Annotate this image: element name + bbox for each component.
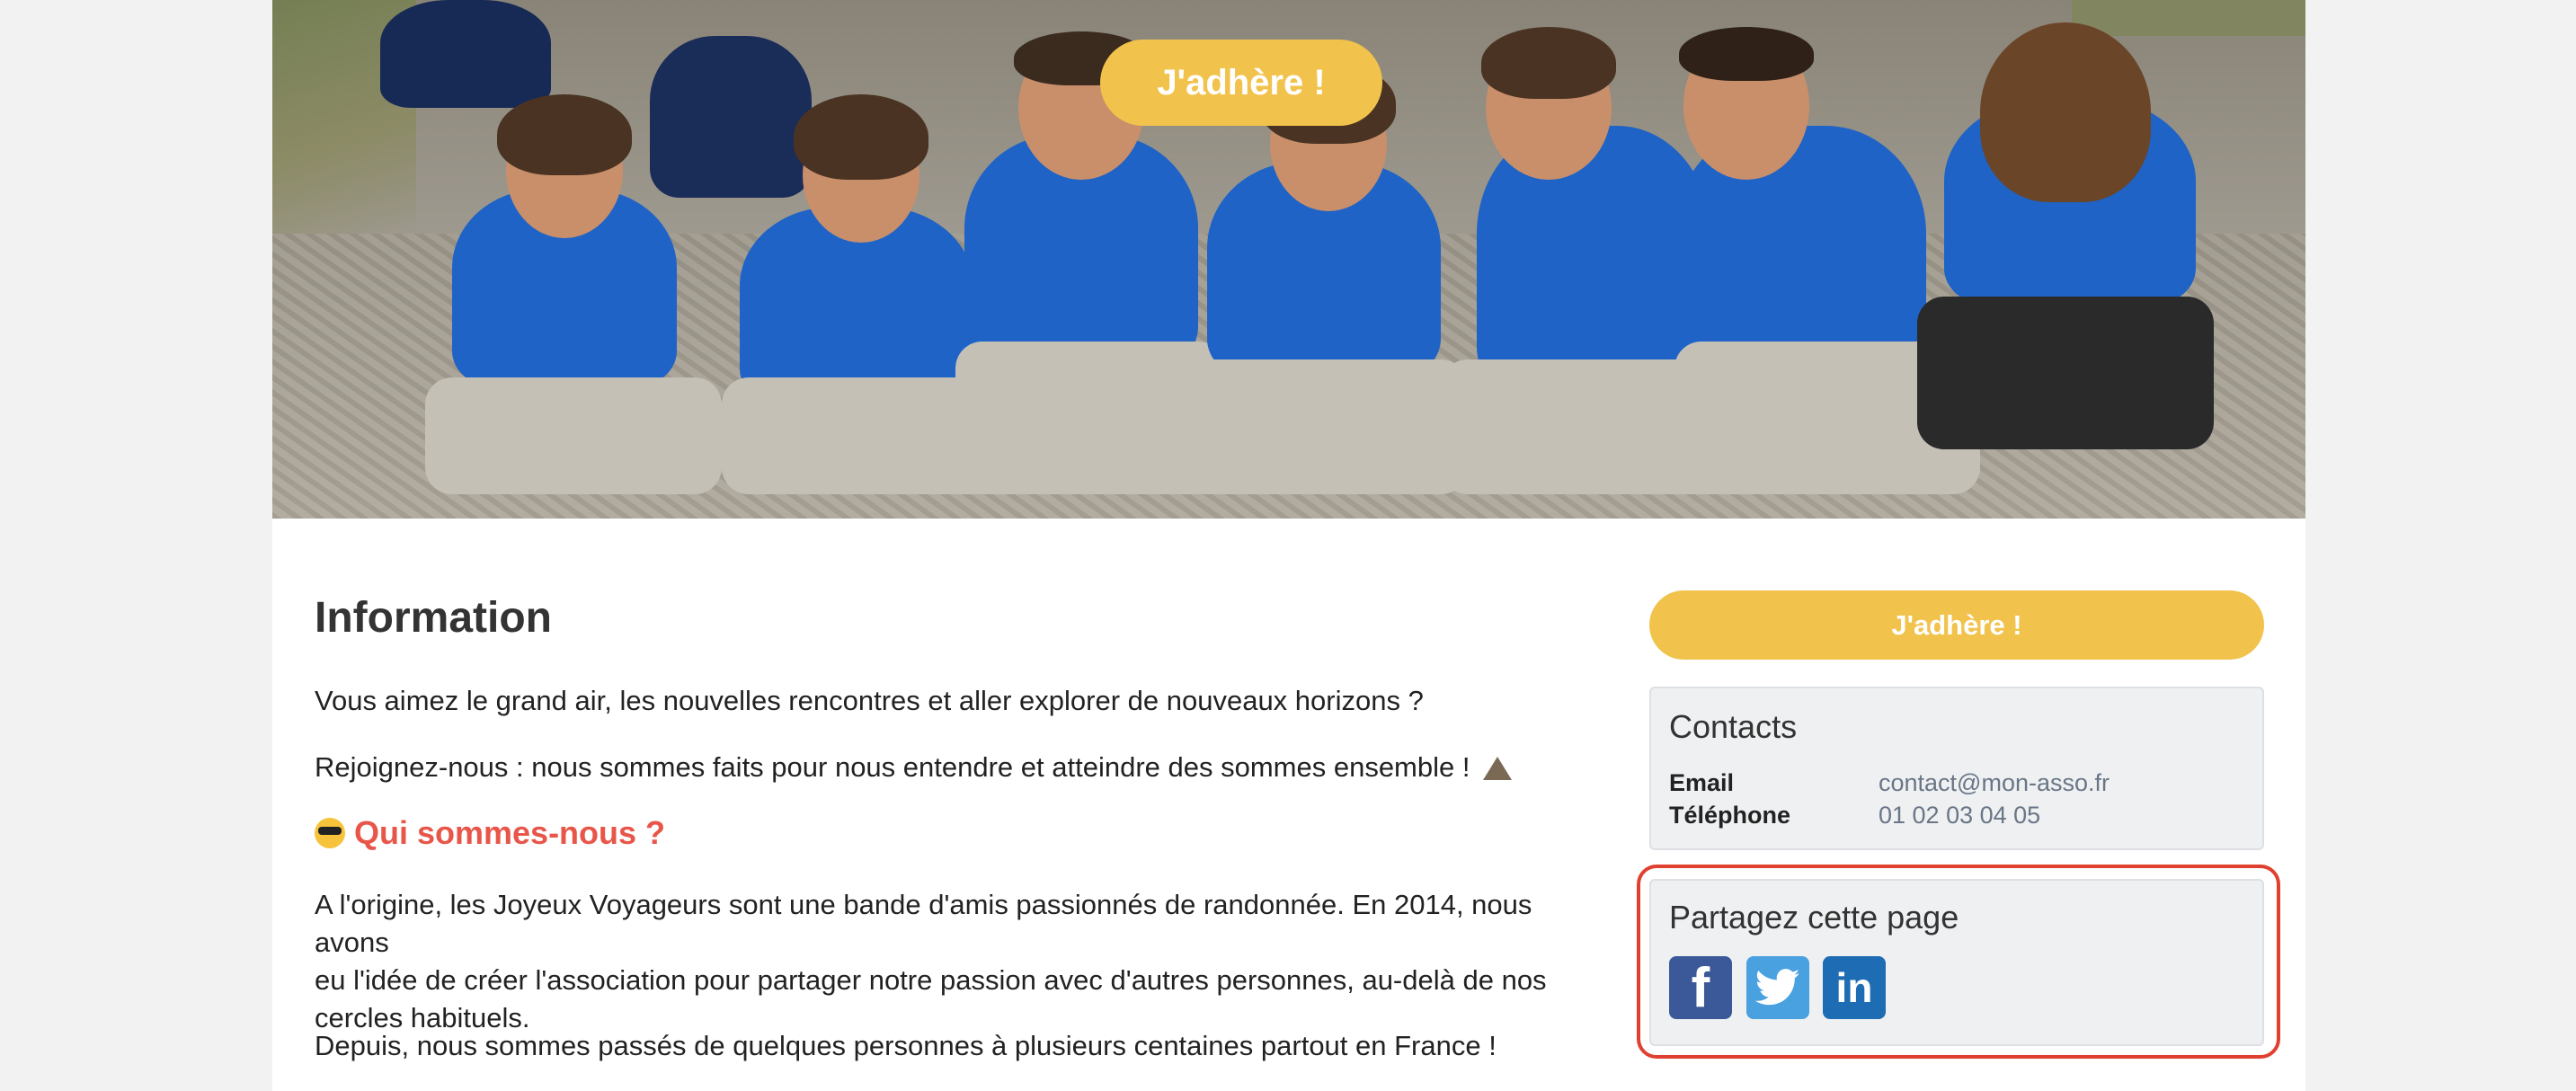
contacts-card: Contacts Email contact@mon-asso.fr Télép… bbox=[1649, 687, 2264, 850]
section-heading-text: Qui sommes-nous ? bbox=[354, 814, 666, 851]
section-heading: Qui sommes-nous ? bbox=[315, 814, 665, 852]
mountain-icon bbox=[1483, 757, 1513, 780]
linkedin-icon[interactable]: in bbox=[1823, 956, 1886, 1019]
email-link[interactable]: contact@mon-asso.fr bbox=[1879, 769, 2110, 797]
phone-label: Téléphone bbox=[1669, 802, 1791, 829]
email-label: Email bbox=[1669, 769, 1735, 796]
growth-paragraph: Depuis, nous sommes passés de quelques p… bbox=[315, 1030, 1497, 1061]
contacts-title: Contacts bbox=[1669, 708, 1798, 745]
history-line-2: eu l'idée de créer l'association pour pa… bbox=[315, 964, 1547, 996]
share-highlight-outline bbox=[1637, 865, 2280, 1059]
sidebar-join-button[interactable]: J'adhère ! bbox=[1649, 590, 2264, 660]
hero-group-photo: J'adhère ! bbox=[272, 0, 2305, 519]
history-line-1: A l'origine, les Joyeux Voyageurs sont u… bbox=[315, 889, 1532, 958]
join-paragraph: Rejoignez-nous : nous sommes faits pour … bbox=[315, 749, 1600, 786]
twitter-icon[interactable] bbox=[1746, 956, 1809, 1019]
page-title: Information bbox=[315, 594, 552, 642]
history-paragraph: A l'origine, les Joyeux Voyageurs sont u… bbox=[315, 886, 1600, 1037]
intro-paragraph: Vous aimez le grand air, les nouvelles r… bbox=[315, 685, 1424, 716]
page-container: J'adhère ! Information Vous aimez le gra… bbox=[272, 0, 2305, 1091]
sunglasses-emoji-icon bbox=[315, 818, 345, 848]
join-paragraph-text: Rejoignez-nous : nous sommes faits pour … bbox=[315, 751, 1470, 783]
phone-link[interactable]: 01 02 03 04 05 bbox=[1879, 802, 2040, 829]
hero-join-button[interactable]: J'adhère ! bbox=[1100, 40, 1382, 126]
facebook-icon[interactable]: f bbox=[1669, 956, 1732, 1019]
